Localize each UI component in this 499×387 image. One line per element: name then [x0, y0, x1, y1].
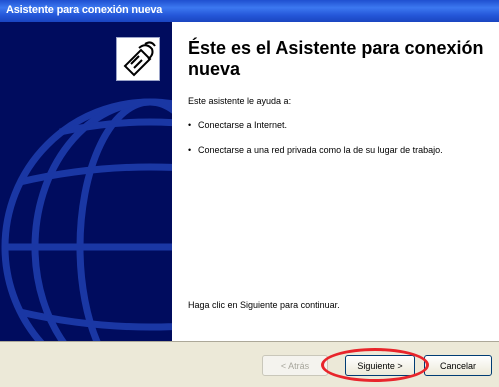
- intro-text: Este asistente le ayuda a:: [188, 96, 292, 106]
- phone-handset-icon: [116, 37, 160, 81]
- wizard-side-panel: [0, 22, 172, 341]
- wizard-window: Asistente para conexión nueva Éste es el…: [0, 0, 499, 387]
- back-button[interactable]: < Atrás: [262, 355, 328, 376]
- list-item: • Conectarse a una red privada como la d…: [188, 144, 458, 156]
- footer-instruction: Haga clic en Siguiente para continuar.: [188, 300, 340, 310]
- page-title: Éste es el Asistente para conexión nueva: [188, 38, 484, 79]
- cancel-button[interactable]: Cancelar: [424, 355, 492, 376]
- highlight-circle: [321, 348, 429, 382]
- list-item: • Conectarse a Internet.: [188, 119, 458, 131]
- list-item-text: Conectarse a una red privada como la de …: [198, 145, 443, 155]
- bullet-icon: •: [188, 145, 192, 155]
- list-item-text: Conectarse a Internet.: [198, 120, 288, 130]
- wizard-content: Éste es el Asistente para conexión nueva…: [172, 22, 499, 341]
- title-bar[interactable]: Asistente para conexión nueva: [0, 0, 499, 22]
- bullet-icon: •: [188, 120, 192, 130]
- window-title: Asistente para conexión nueva: [6, 4, 163, 16]
